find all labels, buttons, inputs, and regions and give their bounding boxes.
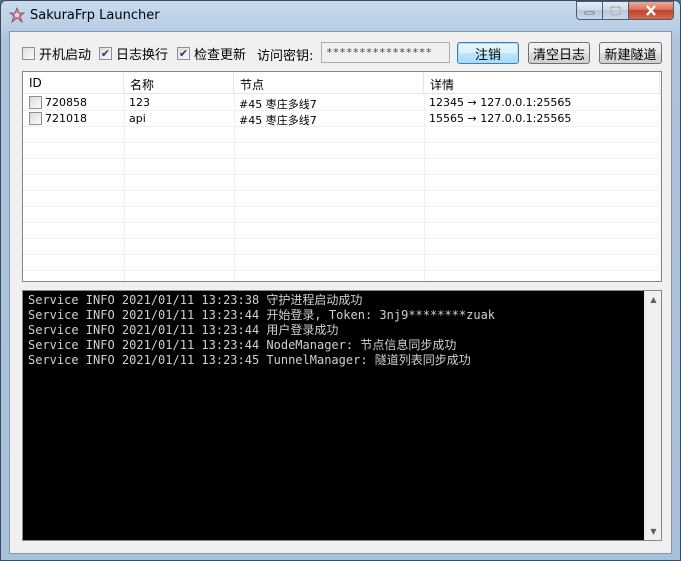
log-line: Service INFO 2021/01/11 13:23:45 TunnelM… <box>28 353 471 367</box>
checkupdate-checkbox-group[interactable]: ✔ 检查更新 <box>177 45 247 63</box>
logwrap-label: 日志换行 <box>116 47 169 63</box>
log-console[interactable]: Service INFO 2021/01/11 13:23:38 守护进程启动成… <box>22 290 662 541</box>
log-line: Service INFO 2021/01/11 13:23:38 守护进程启动成… <box>28 293 363 307</box>
grid-line <box>23 270 661 271</box>
grid-line <box>23 174 661 175</box>
tunnel-name: 123 <box>129 96 150 109</box>
minimize-button[interactable] <box>576 1 603 20</box>
autostart-checkbox-group[interactable]: 开机启动 <box>22 45 92 63</box>
tunnel-row[interactable]: 720858 123 #45 枣庄多线7 12345 → 127.0.0.1:2… <box>23 95 661 111</box>
client-area: 开机启动 ✔ 日志换行 ✔ 检查更新 访问密钥: ***************… <box>9 31 672 554</box>
access-key-label: 访问密钥: <box>257 49 314 64</box>
tunnel-list[interactable]: ID 名称 节点 详情 720858 123 #45 枣庄多线7 12345 →… <box>22 71 662 282</box>
log-output: Service INFO 2021/01/11 13:23:38 守护进程启动成… <box>28 293 640 368</box>
chevron-up-icon: ▲ <box>650 295 657 304</box>
minimize-icon <box>584 11 595 14</box>
logout-button[interactable]: 注销 <box>457 42 519 64</box>
tunnel-name: api <box>129 112 146 125</box>
grid-line <box>23 222 661 223</box>
tunnel-row[interactable]: 721018 api #45 枣庄多线7 15565 → 127.0.0.1:2… <box>23 111 661 127</box>
log-line: Service INFO 2021/01/11 13:23:44 NodeMan… <box>28 338 457 352</box>
maximize-button[interactable] <box>603 1 629 20</box>
grid-line <box>23 190 661 191</box>
toolbar: 开机启动 ✔ 日志换行 ✔ 检查更新 访问密钥: ***************… <box>10 32 673 70</box>
grid-line <box>23 158 661 159</box>
column-header-node[interactable]: 节点 <box>234 72 424 94</box>
caption-buttons <box>576 1 674 21</box>
close-icon <box>646 5 656 16</box>
tunnel-id: 721018 <box>45 112 87 125</box>
tunnel-enable-checkbox[interactable] <box>29 112 42 125</box>
window-title: SakuraFrp Launcher <box>30 8 160 23</box>
tunnel-detail: 15565 → 127.0.0.1:25565 <box>429 112 572 125</box>
clear-log-button[interactable]: 清空日志 <box>528 42 590 64</box>
maximize-icon <box>610 5 621 16</box>
chevron-down-icon: ▼ <box>650 527 657 536</box>
scroll-down-arrow[interactable]: ▼ <box>645 523 661 540</box>
grid-line <box>23 254 661 255</box>
access-key-field[interactable]: **************** <box>321 42 450 63</box>
scroll-up-arrow[interactable]: ▲ <box>645 291 661 308</box>
new-tunnel-button[interactable]: 新建隧道 <box>599 42 662 64</box>
column-header-detail[interactable]: 详情 <box>424 72 660 94</box>
grid-line <box>23 142 661 143</box>
log-line: Service INFO 2021/01/11 13:23:44 用户登录成功 <box>28 323 339 337</box>
checkmark-icon: ✔ <box>100 46 111 60</box>
tunnel-node: #45 枣庄多线7 <box>239 114 317 127</box>
sakura-app-icon <box>9 7 25 23</box>
column-header-name[interactable]: 名称 <box>124 72 234 94</box>
checkupdate-checkbox[interactable]: ✔ <box>177 46 190 60</box>
autostart-checkbox[interactable] <box>22 46 35 60</box>
close-button[interactable] <box>629 1 674 20</box>
title-bar[interactable]: SakuraFrp Launcher <box>1 1 680 31</box>
checkmark-icon: ✔ <box>178 46 189 60</box>
app-window: SakuraFrp Launcher 开机启动 ✔ 日志换行 ✔ 检查更新 访问… <box>0 0 681 561</box>
autostart-label: 开机启动 <box>39 47 92 63</box>
logwrap-checkbox[interactable]: ✔ <box>99 46 112 60</box>
grid-line <box>23 238 661 239</box>
tunnel-list-header: ID 名称 节点 详情 <box>23 72 661 94</box>
checkupdate-label: 检查更新 <box>194 47 247 63</box>
tunnel-enable-checkbox[interactable] <box>29 96 42 109</box>
tunnel-id: 720858 <box>45 96 87 109</box>
column-header-id[interactable]: ID <box>23 72 124 94</box>
logwrap-checkbox-group[interactable]: ✔ 日志换行 <box>99 45 169 63</box>
grid-line <box>23 206 661 207</box>
tunnel-node: #45 枣庄多线7 <box>239 98 317 111</box>
log-line: Service INFO 2021/01/11 13:23:44 开始登录, T… <box>28 308 496 322</box>
tunnel-detail: 12345 → 127.0.0.1:25565 <box>429 96 572 109</box>
log-scrollbar[interactable]: ▲ ▼ <box>644 291 661 540</box>
